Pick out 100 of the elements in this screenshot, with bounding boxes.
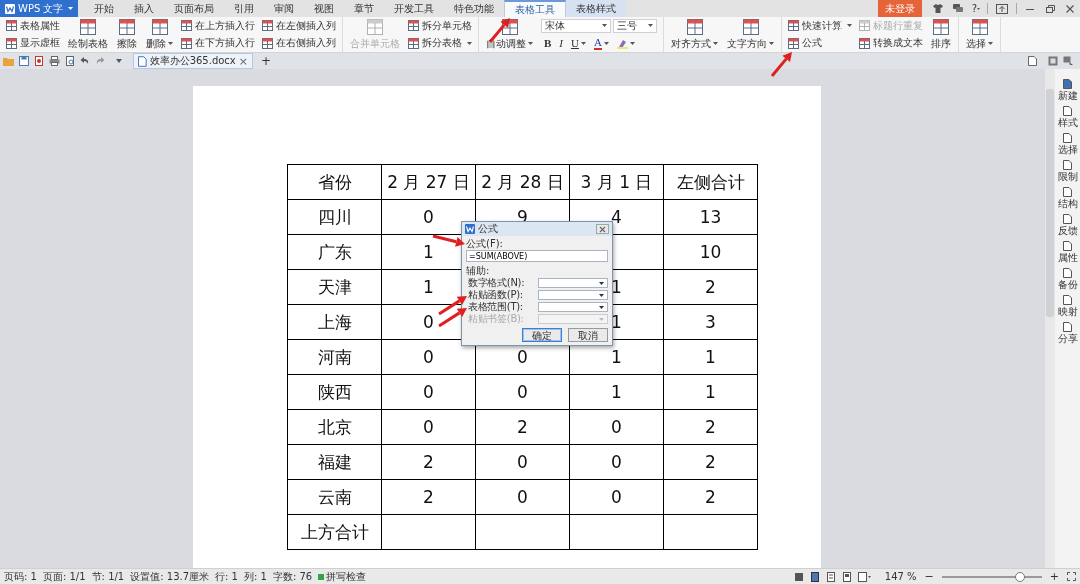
status-text: 行: 1 [215,569,238,584]
expand-icon[interactable] [1067,572,1076,581]
ribbon-button[interactable]: 文字方向 [724,17,777,52]
window-icon[interactable] [1063,56,1074,66]
ribbon-button[interactable]: 在左侧插入列 [260,17,338,34]
ribbon-button[interactable]: 排序 [928,17,954,52]
close-icon[interactable] [1065,3,1075,14]
format-button[interactable]: I [556,35,566,51]
menu-tab[interactable]: 页面布局 [164,0,225,17]
sidebar-item[interactable]: 限制 [1055,160,1080,182]
dialog-button[interactable]: 取消 [568,328,608,342]
ribbon-button[interactable]: 删除 [143,17,176,52]
table-icon [408,37,419,49]
table-cell: 1 [663,374,758,410]
scrollbar[interactable] [1045,69,1055,568]
menu-tab[interactable]: 特色功能 [444,0,505,17]
undo-icon[interactable] [80,56,90,66]
view-menu-icon[interactable] [857,571,871,582]
page-icon [1063,268,1072,278]
table-cell: 3 [663,304,758,340]
document-tab[interactable]: 效率办公365.docx × [133,53,253,69]
menu-tab[interactable]: 开发工具 [384,0,445,17]
fullscreen-icon[interactable] [793,571,804,582]
sidebar-item[interactable]: 反馈 [1055,214,1080,236]
table-icon [788,20,799,32]
ribbon-button[interactable]: 快速计算 [786,17,854,34]
close-icon [599,225,606,233]
app-menu-button[interactable]: WPS 文字 [0,0,79,17]
caret-icon [599,317,604,321]
ribbon-button[interactable]: 擦除 [114,17,140,52]
format-button[interactable]: U [568,35,589,51]
web-view-icon[interactable] [841,571,852,582]
font-size-dropdown[interactable]: 三号 [613,18,657,33]
menu-tab[interactable]: 章节 [344,0,385,17]
ribbon-button[interactable]: 表格属性 [4,17,62,34]
table-icon [6,37,17,49]
ribbon-button[interactable]: 在右侧插入列 [260,35,338,52]
chat-icon[interactable] [952,4,963,13]
menu-tab[interactable]: 引用 [224,0,265,17]
dropdown-field[interactable] [538,290,608,300]
preview-icon[interactable] [65,56,75,66]
print-icon[interactable] [49,56,60,66]
spell-check-button[interactable]: 拼写检查 [318,569,367,584]
ribbon-button[interactable]: 对齐方式 [668,17,721,52]
table-icon [262,20,273,32]
document-name[interactable]: 效率办公365.docx [149,54,236,68]
menu-tab[interactable]: 视图 [304,0,345,17]
status-text: 节: 1/1 [91,569,125,584]
ribbon-button[interactable]: 拆分单元格 [406,17,474,34]
help-button[interactable]: ? [967,3,977,14]
sidebar-item[interactable]: 新建 [1055,79,1080,101]
ribbon-button[interactable]: 选择 [963,17,996,52]
sidebar-item[interactable]: 备份 [1055,268,1080,290]
table-cell: 左侧合计 [663,164,758,200]
restore-icon[interactable] [1045,3,1055,14]
page-view-icon[interactable] [809,571,820,582]
dropdown-field[interactable] [538,302,608,312]
ribbon-button[interactable]: 转换成文本 [857,35,925,52]
caret-icon [599,293,604,297]
menu-tab[interactable]: 表格样式 [566,0,627,17]
caret-icon[interactable] [116,59,122,63]
save-icon[interactable] [19,56,29,66]
menu-tab[interactable]: 审阅 [264,0,305,17]
sidebar-item[interactable]: 样式 [1055,106,1080,128]
new-tab-button[interactable]: + [258,54,275,68]
shirt-icon[interactable] [932,4,943,13]
sidebar-item[interactable]: 属性 [1055,241,1080,263]
sidebar-item[interactable]: 结构 [1055,187,1080,209]
ribbon-button[interactable]: 在上方插入行 [179,17,257,34]
ribbon-button[interactable]: 绘制表格 [65,17,111,52]
font-name-dropdown[interactable]: 宋体 [541,18,611,33]
format-button[interactable]: A [590,35,612,51]
dialog-button[interactable]: 确定 [522,328,562,342]
outline-view-icon[interactable] [825,571,836,582]
format-button[interactable]: B [541,35,555,51]
close-button[interactable] [596,224,609,234]
formula-field[interactable]: =SUM(ABOVE) [466,250,608,262]
scroll-thumb[interactable] [1046,89,1054,317]
ribbon-button[interactable]: 拆分表格 [406,35,474,52]
menu-tab[interactable]: 开始 [84,0,125,17]
table-cell: 2 [475,409,570,445]
table-cell: 陕西 [287,374,382,410]
menu-tab[interactable]: 插入 [124,0,165,17]
zoom-out-button[interactable]: − [922,570,936,583]
ribbon-button[interactable]: 公式 [786,35,824,52]
menu-tab[interactable]: 表格工具 [504,0,567,17]
caret-icon [977,7,980,10]
sidebar-item[interactable]: 选择 [1055,133,1080,155]
page-icon[interactable] [1028,56,1037,66]
document-icon[interactable] [34,56,44,66]
ribbon-button[interactable]: 显示虚框 [4,35,62,52]
slider-thumb[interactable] [1014,571,1025,582]
zoom-in-button[interactable]: + [1047,570,1061,583]
upload-icon[interactable] [996,3,1008,14]
sidebar-item[interactable]: 映射 [1055,295,1080,317]
layout-icon[interactable] [1048,56,1058,66]
dropdown-field[interactable] [538,278,608,288]
ribbon-button[interactable]: 在下方插入行 [179,35,257,52]
close-tab-button[interactable]: × [238,54,248,68]
sidebar-item[interactable]: 分享 [1055,322,1080,344]
